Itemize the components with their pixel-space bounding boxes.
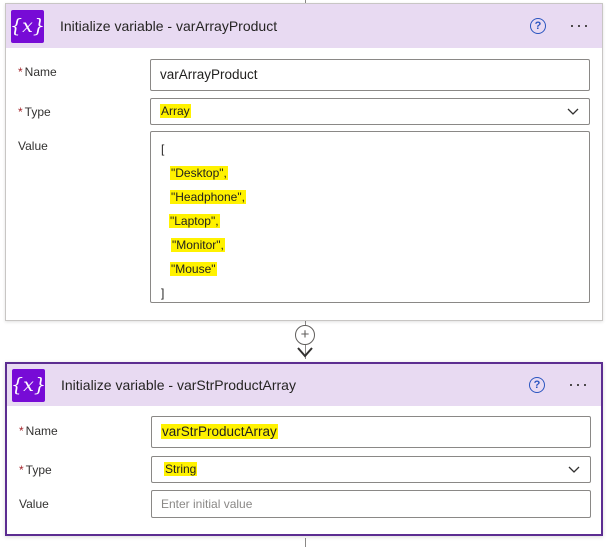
name-label-text: Name (25, 424, 58, 438)
card-header[interactable]: {x} Initialize variable - varStrProductA… (7, 364, 601, 406)
value-label: Value (19, 497, 49, 511)
value-line: "Monitor", (171, 238, 225, 252)
help-icon[interactable]: ? (529, 377, 545, 393)
type-value: Array (160, 104, 191, 118)
value-line: "Mouse" (170, 262, 217, 276)
chevron-down-icon[interactable] (567, 105, 579, 117)
type-label: * Type (18, 105, 51, 119)
value-placeholder: Enter initial value (161, 497, 253, 511)
type-select[interactable]: Array (150, 98, 590, 125)
value-textarea[interactable]: [ "Desktop", "Headphone", "Laptop", "Mon… (150, 131, 590, 303)
name-label-text: Name (24, 65, 57, 79)
name-label: * Name (19, 424, 58, 438)
card-header[interactable]: {x} Initialize variable - varArrayProduc… (6, 4, 602, 48)
value-line: "Headphone", (170, 190, 246, 204)
more-options-icon[interactable]: ··· (569, 16, 590, 34)
name-label: * Name (18, 65, 57, 79)
required-mark: * (19, 463, 24, 477)
more-options-icon[interactable]: ··· (568, 375, 589, 393)
value-line: "Desktop", (170, 166, 228, 180)
type-label: * Type (19, 463, 52, 477)
card-title[interactable]: Initialize variable - varStrProductArray (61, 377, 296, 393)
action-card-var-array-product[interactable]: {x} Initialize variable - varArrayProduc… (5, 3, 603, 321)
action-card-var-str-product-array[interactable]: {x} Initialize variable - varStrProductA… (5, 362, 603, 536)
type-label-text: Type (25, 463, 52, 477)
type-value: String (164, 462, 198, 476)
connector-bottom (305, 538, 306, 547)
value-label: Value (18, 139, 48, 153)
card-title[interactable]: Initialize variable - varArrayProduct (60, 18, 277, 34)
type-label-text: Type (24, 105, 51, 119)
name-value: varStrProductArray (161, 424, 278, 439)
arrow-down-icon (297, 347, 313, 358)
variable-icon: {x} (11, 368, 46, 402)
help-icon[interactable]: ? (530, 18, 546, 34)
variable-icon: {x} (10, 9, 45, 43)
plus-icon[interactable]: + (295, 325, 315, 345)
name-input[interactable]: varStrProductArray (151, 416, 591, 448)
type-select[interactable]: String (151, 456, 591, 483)
chevron-down-icon[interactable] (568, 463, 580, 475)
required-mark: * (18, 65, 23, 79)
required-mark: * (19, 424, 24, 438)
value-input[interactable]: Enter initial value (151, 490, 591, 518)
value-line: "Laptop", (169, 214, 220, 228)
required-mark: * (18, 105, 23, 119)
value-line: [ (161, 142, 165, 156)
name-input[interactable]: varArrayProduct (150, 59, 590, 91)
name-value: varArrayProduct (160, 67, 258, 82)
value-line: ] (161, 286, 165, 300)
